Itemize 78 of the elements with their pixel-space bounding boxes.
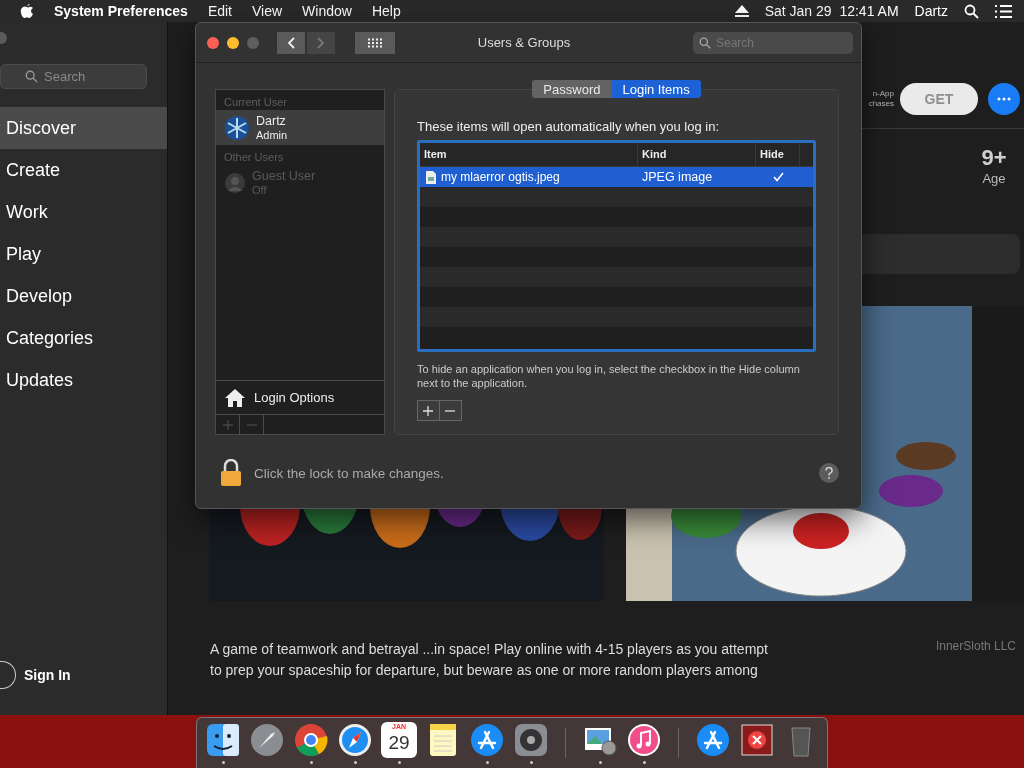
sidebar-item[interactable]: Create [0, 149, 167, 191]
house-icon [224, 387, 246, 408]
section-header: Current User [223, 95, 288, 110]
more-button[interactable] [988, 83, 1020, 115]
error-icon[interactable] [739, 722, 775, 758]
file-icon [426, 170, 436, 184]
user-row[interactable]: Dartz Admin [216, 110, 384, 145]
sign-in-link[interactable]: Sign In [24, 667, 71, 683]
more-icon [997, 97, 1011, 101]
user-name: Guest User [252, 168, 316, 183]
rocket-icon[interactable] [249, 722, 285, 758]
section-header: Other Users [223, 150, 285, 165]
sidebar-item[interactable]: Updates [0, 359, 167, 401]
column-header[interactable]: Kind [638, 143, 756, 166]
chrome-icon[interactable] [293, 722, 329, 758]
hide-checkbox[interactable] [771, 170, 785, 184]
menu-item[interactable]: Help [371, 3, 401, 19]
sidebar-item[interactable]: Discover [0, 107, 167, 149]
plus-icon [222, 419, 233, 430]
list-icon[interactable] [995, 4, 1012, 18]
show-all-button[interactable] [355, 31, 395, 54]
back-button[interactable] [277, 31, 305, 54]
question-mark-icon [825, 467, 833, 479]
search-icon [25, 70, 38, 83]
user-role: Admin [256, 127, 288, 142]
app-menu[interactable]: System Preferences [54, 3, 188, 19]
tab[interactable]: Login Items [611, 80, 701, 98]
minus-icon [445, 409, 456, 412]
developer-name: InnerSloth LLC [935, 639, 1016, 655]
user-role: Off [252, 182, 268, 197]
in-app-note: n-App chases [868, 89, 894, 109]
person-icon [224, 171, 246, 194]
chevron-left-icon [287, 36, 295, 49]
login-items-intro: These items will open automatically when you log in: [417, 119, 721, 134]
sidebar-item[interactable]: Categories [0, 317, 167, 359]
add-item-button[interactable] [418, 401, 440, 420]
menu-item[interactable]: Edit [207, 3, 232, 19]
compass-icon[interactable] [337, 722, 373, 758]
column-header[interactable]: Hide [756, 143, 800, 166]
column-header[interactable]: Item [420, 143, 638, 166]
menu-item[interactable]: View [252, 3, 283, 19]
table-cell-text: JPEG image [641, 170, 714, 184]
tab[interactable]: Password [532, 80, 612, 98]
snowflake-icon [224, 114, 250, 141]
app-store-icon[interactable] [469, 722, 505, 758]
app-store-icon[interactable] [695, 722, 731, 758]
user-name: Dartz [256, 113, 287, 128]
lock-message: Click the lock to make changes. [254, 465, 444, 481]
chevron-right-icon [317, 36, 325, 49]
table-cell: my mlaerror ogtis.jpeg [420, 170, 638, 184]
close-button[interactable] [207, 36, 219, 49]
login-options-item[interactable]: Login Options [216, 380, 384, 414]
minimize-button[interactable] [227, 36, 239, 49]
grid-icon [367, 37, 383, 48]
app-description: A game of teamwork and betrayal ...in space! Play online with 4-15 players as you attempt to prep your spaceship for departure, but beware as one or more random players among [210, 640, 769, 680]
plus-icon [423, 405, 434, 416]
remove-item-button[interactable] [439, 401, 461, 420]
user-menu[interactable]: Dartz [914, 3, 948, 19]
lock-icon[interactable] [220, 459, 242, 487]
search-icon[interactable] [964, 3, 979, 19]
sidebar-item[interactable]: Develop [0, 275, 167, 317]
help-button[interactable] [819, 463, 839, 483]
table-row[interactable]: my mlaerror ogtis.jpeg JPEG image [420, 167, 813, 187]
checkmark-icon [772, 172, 784, 182]
sidebar-item[interactable]: Play [0, 233, 167, 275]
hide-hint: To hide an application when you log in, select the checkbox in the Hide column next to the application. [417, 362, 801, 390]
music-icon[interactable] [626, 722, 662, 758]
age-rating: 9+ [981, 145, 1007, 171]
search-icon [699, 36, 711, 49]
eject-icon[interactable] [734, 5, 749, 17]
menu-clock[interactable]: Sat Jan 29 12:41 AM [764, 3, 899, 19]
finder-icon[interactable] [205, 722, 241, 758]
age-label: Age [982, 171, 1006, 186]
window-title: Users & Groups [476, 35, 572, 50]
sidebar-item[interactable]: Work [0, 191, 167, 233]
calendar-day: 29 [388, 732, 410, 754]
menu-item[interactable]: Window [302, 3, 352, 19]
apple-icon[interactable] [20, 3, 34, 19]
